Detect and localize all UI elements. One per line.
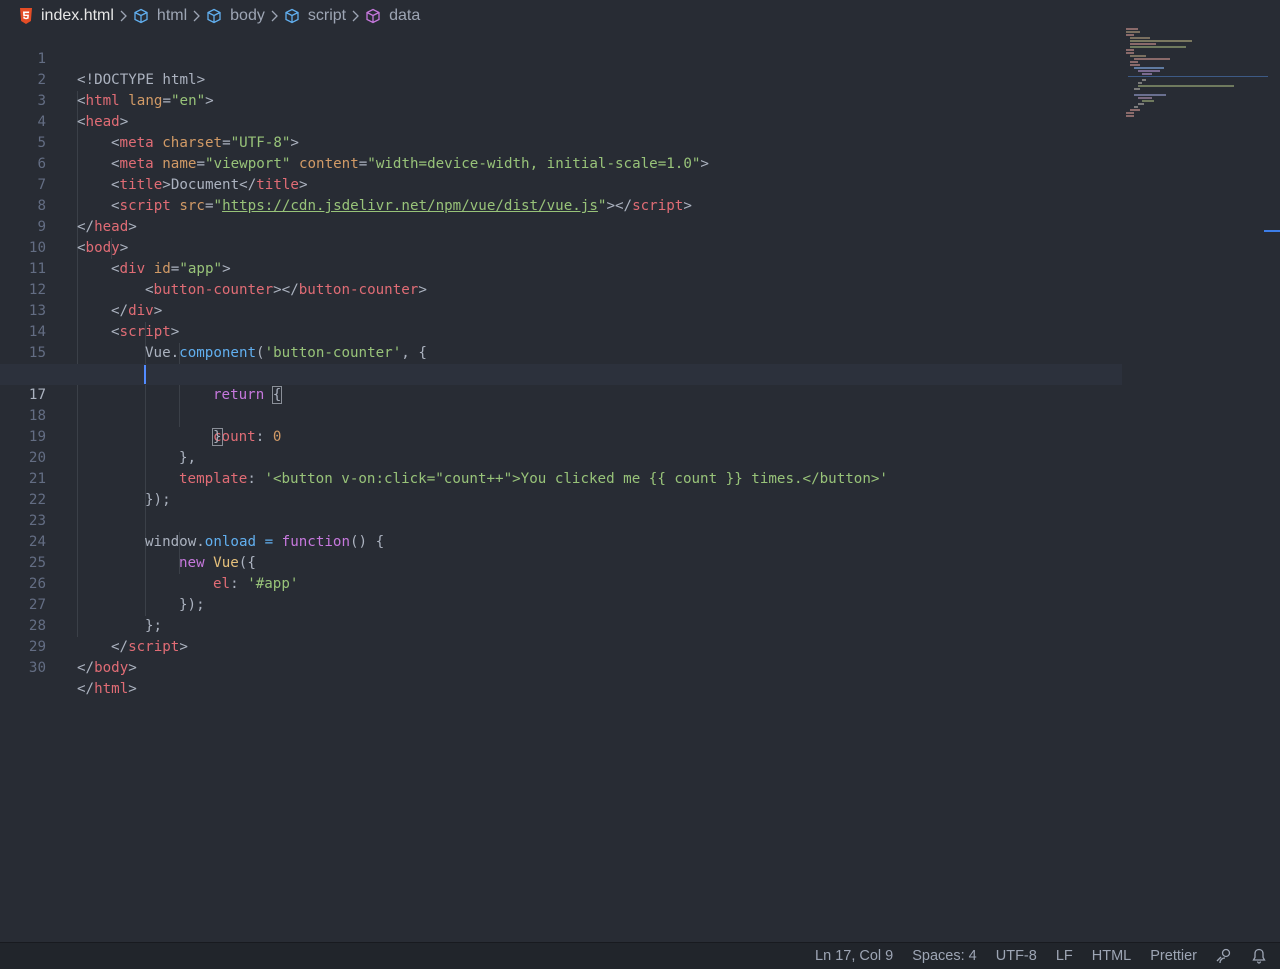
code-line: 10 <div id="app">: [0, 217, 1122, 277]
html5-icon: [19, 8, 33, 24]
code-token: </: [77, 660, 95, 676]
code-line: 20 template: '<button v-on:click="count+…: [0, 427, 1122, 487]
status-bar: Ln 17, Col 9 Spaces: 4 UTF-8 LF HTML Pre…: [0, 942, 1280, 969]
code-token: html: [94, 681, 129, 697]
code-token: body: [94, 660, 129, 676]
cube-icon: [365, 8, 381, 24]
code-line: 3 <head>: [0, 70, 1122, 130]
minimap[interactable]: [1122, 28, 1280, 942]
minimap-line: [1134, 88, 1140, 90]
minimap-line: [1126, 31, 1140, 33]
minimap-line: [1130, 40, 1192, 42]
code-line: 24 new Vue({: [0, 511, 1122, 571]
code-line: 4 <meta charset="UTF-8">: [0, 91, 1122, 151]
chevron-right-icon: [351, 10, 360, 22]
cube-icon: [206, 8, 222, 24]
encoding-setting[interactable]: UTF-8: [996, 948, 1037, 964]
eol-setting[interactable]: LF: [1056, 948, 1073, 964]
code-line: 19 },: [0, 406, 1122, 466]
code-line: 15 data: function () {: [0, 322, 1122, 382]
bell-icon[interactable]: [1252, 948, 1266, 964]
code-line: 7 <script src="https://cdn.jsdelivr.net/…: [0, 154, 1122, 214]
minimap-line: [1126, 52, 1134, 54]
code-line: 26 });: [0, 553, 1122, 613]
cube-icon: [133, 8, 149, 24]
minimap-line: [1126, 49, 1134, 51]
code-line: 6 <title>Document</title>: [0, 133, 1122, 193]
code-line: 18 }: [0, 385, 1122, 446]
minimap-line: [1130, 55, 1146, 57]
breadcrumb-item-label: script: [307, 7, 347, 24]
language-mode[interactable]: HTML: [1092, 948, 1131, 964]
minimap-line: [1134, 94, 1166, 96]
breadcrumb-item-body[interactable]: body: [206, 7, 265, 25]
minimap-line: [1138, 97, 1152, 99]
minimap-line: [1128, 76, 1268, 77]
line-number: 30: [28, 660, 46, 676]
code-line: 9 <body>: [0, 196, 1122, 256]
breadcrumb-file[interactable]: index.html: [19, 7, 114, 25]
code-line: 21 });: [0, 448, 1122, 508]
breadcrumb-item-data[interactable]: data: [365, 7, 420, 25]
code-line: 16 return {: [0, 343, 1122, 404]
code-line: 29 </body>: [0, 616, 1122, 676]
minimap-line: [1130, 61, 1138, 63]
code-token: >: [128, 660, 137, 676]
minimap-line: [1130, 43, 1156, 45]
code-token: >: [128, 681, 137, 697]
minimap-line: [1142, 79, 1146, 81]
text-cursor: [144, 365, 146, 384]
cursor-position[interactable]: Ln 17, Col 9: [815, 948, 893, 964]
code-line: 23 window.onload = function() {: [0, 490, 1122, 550]
code-line-current: 17 count: 0: [0, 364, 1122, 445]
minimap-line: [1138, 82, 1142, 84]
minimap-line: [1134, 106, 1138, 108]
code-line: 8 </head>: [0, 175, 1122, 235]
minimap-line: [1138, 85, 1234, 87]
chevron-right-icon: [119, 10, 127, 22]
minimap-line: [1130, 37, 1150, 39]
code-line: 12 </div>: [0, 259, 1122, 319]
minimap-line: [1138, 103, 1144, 105]
breadcrumb-item-html[interactable]: html: [133, 7, 187, 25]
cube-icon: [284, 8, 300, 24]
code-line: 14 Vue.component('button-counter', {: [0, 301, 1122, 361]
minimap-line: [1126, 28, 1138, 30]
minimap-line: [1126, 34, 1134, 36]
code-line: 2 <html lang="en">: [0, 49, 1122, 109]
code-line: 5 <meta name="viewport" content="width=d…: [0, 112, 1122, 172]
breadcrumb-item-label: html: [156, 7, 188, 24]
minimap-line: [1138, 70, 1160, 72]
code-line: 22: [0, 469, 1122, 508]
minimap-cursor-marker: [1264, 230, 1280, 232]
breadcrumb-item-label: data: [389, 7, 421, 24]
minimap-line: [1126, 112, 1134, 114]
code-line: 11 <button-counter></button-counter>: [0, 238, 1122, 298]
minimap-line: [1134, 58, 1170, 60]
chevron-right-icon: [270, 10, 278, 22]
code-line: 30 </html>: [0, 637, 1122, 697]
breadcrumb-item-label: body: [230, 7, 265, 24]
minimap-line: [1142, 100, 1154, 102]
minimap-line: [1130, 109, 1140, 111]
breadcrumb-item-script[interactable]: script: [284, 7, 346, 25]
code-line: 1 <!DOCTYPE html>: [0, 28, 1122, 88]
code-line: 25 el: '#app': [0, 532, 1122, 592]
formatter-status[interactable]: Prettier: [1150, 948, 1197, 964]
minimap-line: [1134, 67, 1164, 69]
minimap-line: [1130, 46, 1186, 48]
code-token: </: [77, 681, 95, 697]
minimap-line: [1130, 64, 1140, 66]
minimap-line: [1142, 73, 1152, 75]
code-editor[interactable]: 1 <!DOCTYPE html> 2 <html lang="en"> 3 <…: [0, 28, 1122, 942]
breadcrumb-file-label: index.html: [41, 7, 114, 24]
code-line: 28 </script>: [0, 595, 1122, 655]
code-line: 13 <script>: [0, 280, 1122, 340]
indentation-setting[interactable]: Spaces: 4: [912, 948, 977, 964]
feedback-icon[interactable]: [1216, 948, 1233, 964]
chevron-right-icon: [192, 10, 201, 22]
minimap-line: [1126, 115, 1134, 117]
code-line: 27 };: [0, 574, 1122, 634]
